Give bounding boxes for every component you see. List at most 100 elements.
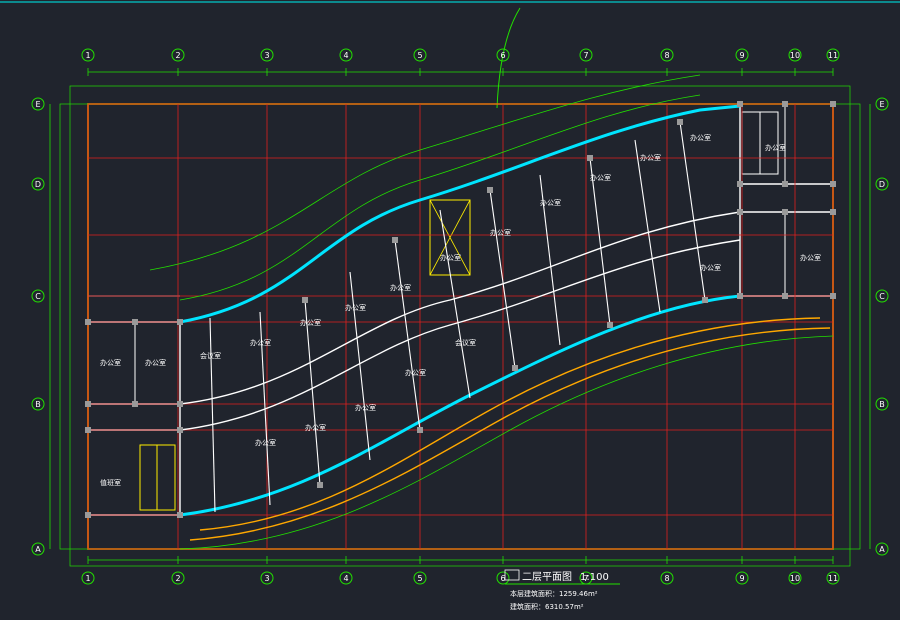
floor-plan-drawing: 办公室 办公室会议室办公室办公室办公室办公室办公室办公室办公室办公室办公室办公室办… [0, 1, 900, 611]
grid-bubble-right-label: C [879, 292, 885, 301]
structural-column [392, 237, 398, 243]
structural-column [317, 482, 323, 488]
grid-bubble-right-label: E [879, 100, 884, 109]
structural-column [737, 209, 743, 215]
structural-column [85, 512, 91, 518]
drawing-title: 二层平面图 [522, 571, 572, 583]
structural-column [830, 209, 836, 215]
grid-bubble-left-label: A [35, 545, 41, 554]
structural-column [737, 101, 743, 107]
structural-column [607, 322, 613, 328]
grid-bubble-bottom-label: 2 [175, 574, 180, 583]
room-label: 会议室 [200, 351, 221, 360]
room-label: 办公室 [390, 283, 411, 292]
drawing-scale: 1:100 [580, 572, 609, 583]
grid-bubble-right-label: A [879, 545, 885, 554]
grid-bubble-right-label: D [879, 180, 885, 189]
structural-column [177, 427, 183, 433]
structural-column [830, 181, 836, 187]
grid-bubble-right-label: B [879, 400, 885, 409]
grid-bubble-top-label: 5 [417, 51, 422, 60]
curved-wall [179, 211, 741, 405]
room-label: 办公室 [345, 303, 366, 312]
room-label: 值班室 [100, 478, 121, 487]
partition-wall [679, 121, 706, 301]
grid-bubble-bottom-label: 9 [739, 574, 744, 583]
partition-wall [589, 157, 611, 326]
partition-wall [394, 239, 421, 431]
curved-wall [179, 104, 741, 324]
structural-column [587, 155, 593, 161]
structural-column [830, 101, 836, 107]
room-label: 办公室 [690, 133, 711, 142]
grid-bubble-top-label: 1 [85, 51, 90, 60]
grid-bubble-left-label: C [35, 292, 41, 301]
structural-column [512, 365, 518, 371]
structural-column [132, 319, 138, 325]
structural-column [782, 293, 788, 299]
grid-bubble-top-label: 11 [828, 51, 838, 60]
structural-column [782, 209, 788, 215]
room-label: 办公室 [305, 423, 326, 432]
room-label: 办公室 [640, 153, 661, 162]
grid-bubble-bottom-label: 11 [828, 574, 838, 583]
grid-bubble-top-label: 6 [500, 51, 505, 60]
structural-column [85, 427, 91, 433]
structural-column [677, 119, 683, 125]
grid-bubble-top-label: 7 [583, 51, 588, 60]
grid-bubble-top-label: 9 [739, 51, 744, 60]
room-label: 办公室 [440, 253, 461, 262]
room-label: 会议室 [455, 338, 476, 347]
stair-left [139, 444, 176, 511]
structural-column [830, 293, 836, 299]
total-area-note: 建筑面积：6310.57m² [510, 602, 584, 611]
room-label: 办公室 [765, 143, 786, 152]
title-block: 二层平面图 1:100 本层建筑面积：1259.46m² 建筑面积：6310.5… [504, 569, 620, 611]
room-label: 办公室 [250, 338, 271, 347]
structural-column [85, 319, 91, 325]
room-label: 办公室 [255, 438, 276, 447]
grid-bubble-left-label: D [35, 180, 41, 189]
grid-bubble-top-label: 10 [790, 51, 800, 60]
room-label: 办公室 [800, 253, 821, 262]
curved-wall [179, 294, 741, 517]
structural-column [177, 319, 183, 325]
room-label: 办公室 [540, 198, 561, 207]
partition-wall [304, 299, 321, 486]
structural-column [782, 101, 788, 107]
partition-wall [349, 271, 371, 461]
curved-wall [179, 94, 701, 301]
partition-wall [489, 189, 516, 369]
structural-column [177, 401, 183, 407]
grid-bubble-top-label: 3 [264, 51, 269, 60]
room-label: 办公室 [300, 318, 321, 327]
room-label: 办公室 [355, 403, 376, 412]
curved-wall [179, 335, 834, 550]
grid-bubble-left-label: E [35, 100, 40, 109]
floor-area-note: 本层建筑面积：1259.46m² [510, 589, 598, 598]
grid-bubble-left-label: B [35, 400, 41, 409]
structural-column [737, 181, 743, 187]
structural-column [782, 181, 788, 187]
structural-column [487, 187, 493, 193]
grid-bubble-top-label: 4 [343, 51, 348, 60]
structural-column [177, 512, 183, 518]
grid-bubble-bottom-label: 10 [790, 574, 800, 583]
room-label: 办公室 [490, 228, 511, 237]
structural-column [417, 427, 423, 433]
room-label: 办公室 [100, 358, 121, 367]
structural-column [702, 297, 708, 303]
stair-center [429, 199, 471, 276]
grid-bubble-top-label: 2 [175, 51, 180, 60]
structural-column [85, 401, 91, 407]
partition-wall [209, 317, 216, 513]
curved-wall [189, 327, 831, 541]
grid-bubble-top-label: 8 [664, 51, 669, 60]
room-label: 办公室 [590, 173, 611, 182]
grid-bubble-bottom-label: 4 [343, 574, 348, 583]
structural-column [302, 297, 308, 303]
grid-bubble-bottom-label: 5 [417, 574, 422, 583]
grid-bubble-bottom-label: 1 [85, 574, 90, 583]
partition-wall [634, 139, 661, 313]
stair-right [741, 111, 779, 175]
